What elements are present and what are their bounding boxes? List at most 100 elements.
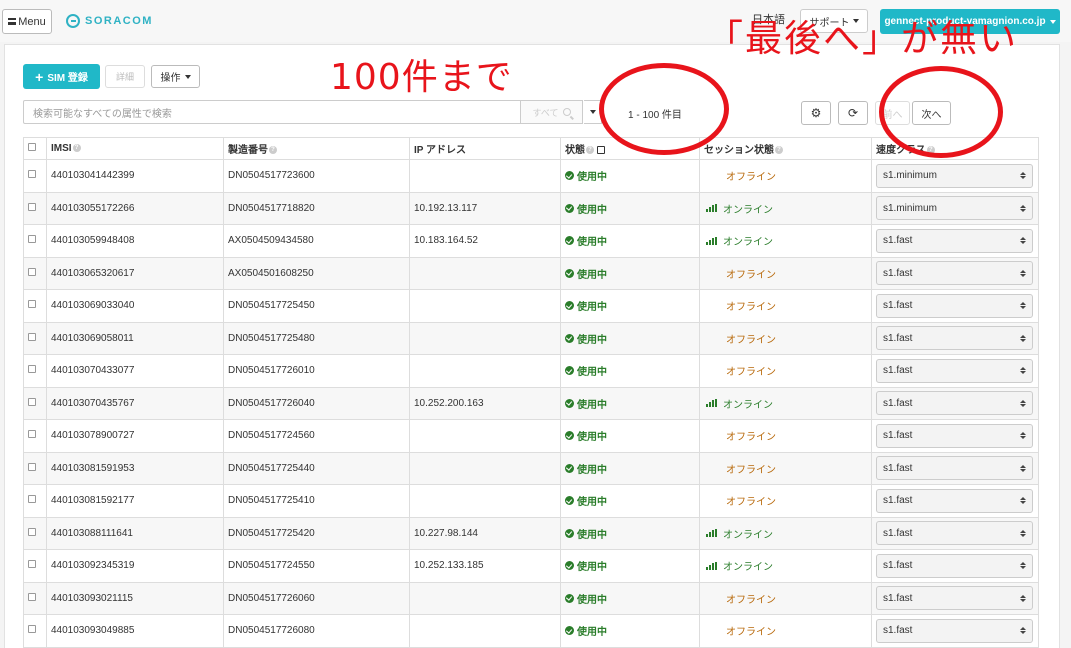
row-checkbox[interactable] [28, 170, 36, 179]
imsi-cell[interactable]: 440103065320617 [46, 256, 224, 290]
speed-class-select[interactable]: s1.minimum [876, 196, 1033, 221]
table-row[interactable]: 440103065320617 AX0504501608250 使用中 オフライン s1… [23, 256, 1039, 290]
status-badge: 使用中 [565, 396, 699, 411]
row-checkbox[interactable] [28, 365, 36, 374]
speed-class-select[interactable]: s1.fast [876, 358, 1033, 383]
annotation-last-note: 「最後へ」が無い [706, 17, 1018, 60]
speed-class-select[interactable]: s1.fast [876, 326, 1033, 351]
imsi-cell[interactable]: 440103093049885 [46, 614, 224, 648]
row-select-cell [23, 419, 47, 453]
speed-class-select[interactable]: s1.fast [876, 423, 1033, 448]
search-scope-button[interactable]: すべて [521, 100, 583, 124]
search-icon [562, 108, 571, 116]
menu-button[interactable]: Menu [2, 9, 52, 34]
imsi-cell[interactable]: 440103088111641 [46, 516, 224, 550]
row-checkbox[interactable] [28, 202, 36, 211]
table-row[interactable]: 440103081592177 DN0504517725410 使用中 オフライン s1… [23, 484, 1039, 518]
speed-class-select[interactable]: s1.fast [876, 293, 1033, 318]
speed-class-select[interactable]: s1.fast [876, 261, 1033, 286]
row-checkbox[interactable] [28, 495, 36, 504]
imsi-cell[interactable]: 440103078900727 [46, 419, 224, 453]
detail-button[interactable]: 詳細 [105, 65, 145, 88]
session-offline: オフライン [726, 627, 776, 639]
header-serial[interactable]: 製造番号? [223, 137, 410, 160]
table-row[interactable]: 440103070435767 DN0504517726040 10.252.200… [23, 386, 1039, 420]
select-all-checkbox[interactable] [28, 143, 36, 151]
ip-cell: 10.183.164.52 [409, 224, 561, 258]
filter-icon[interactable] [596, 146, 605, 155]
signal-icon [706, 529, 717, 538]
speed-class-select[interactable]: s1.minimum [876, 163, 1033, 188]
updown-arrows-icon [1020, 529, 1026, 537]
imsi-cell[interactable]: 440103093021115 [46, 581, 224, 615]
row-checkbox[interactable] [28, 235, 36, 244]
session-label: オンライン [723, 399, 773, 411]
row-checkbox[interactable] [28, 300, 36, 309]
logo[interactable]: SORACOM [66, 14, 153, 28]
imsi-cell[interactable]: 440103055172266 [46, 191, 224, 225]
speed-class-select[interactable]: s1.fast [876, 553, 1033, 578]
header-session[interactable]: セッション状態? [699, 137, 872, 160]
imsi-cell[interactable]: 440103041442399 [46, 159, 224, 193]
speed-class-select[interactable]: s1.fast [876, 586, 1033, 611]
speed-class-select[interactable]: s1.fast [876, 488, 1033, 513]
imsi-cell[interactable]: 440103070435767 [46, 386, 224, 420]
logo-text: SORACOM [85, 15, 153, 27]
table-row[interactable]: 440103069058011 DN0504517725480 使用中 オフライン s1… [23, 321, 1039, 355]
row-checkbox[interactable] [28, 462, 36, 471]
table-row[interactable]: 440103055172266 DN0504517718820 10.192.13.… [23, 191, 1039, 225]
table-row[interactable]: 440103088111641 DN0504517725420 10.227.98.… [23, 516, 1039, 550]
help-icon[interactable]: ? [775, 146, 783, 155]
row-checkbox[interactable] [28, 560, 36, 569]
imsi-cell[interactable]: 440103092345319 [46, 549, 224, 583]
sim-table-body: 440103041442399 DN0504517723600 使用中 オフライン s1… [23, 159, 1039, 648]
row-checkbox[interactable] [28, 527, 36, 536]
row-checkbox[interactable] [28, 625, 36, 634]
row-checkbox[interactable] [28, 397, 36, 406]
row-checkbox[interactable] [28, 267, 36, 276]
table-row[interactable]: 440103092345319 DN0504517724550 10.252.133… [23, 549, 1039, 583]
help-icon[interactable]: ? [72, 144, 81, 153]
imsi-cell[interactable]: 440103059948408 [46, 224, 224, 258]
table-row[interactable]: 440103070433077 DN0504517726010 使用中 オフライン s1… [23, 354, 1039, 388]
speed-class-value: s1.fast [883, 592, 913, 604]
imsi-cell[interactable]: 440103069058011 [46, 321, 224, 355]
row-checkbox[interactable] [28, 332, 36, 341]
imsi-cell[interactable]: 440103070433077 [46, 354, 224, 388]
help-icon[interactable]: ? [269, 146, 277, 155]
table-row[interactable]: 440103041442399 DN0504517723600 使用中 オフライン s1… [23, 159, 1039, 193]
speed-class-select[interactable]: s1.fast [876, 456, 1033, 481]
table-row[interactable]: 440103093049885 DN0504517726080 使用中 オフライン s1… [23, 614, 1039, 648]
table-row[interactable]: 440103059948408 AX0504509434580 10.183.164… [23, 224, 1039, 258]
imsi-cell[interactable]: 440103069033040 [46, 289, 224, 323]
imsi-cell[interactable]: 440103081591953 [46, 451, 224, 485]
header-imsi[interactable]: IMSI? [46, 137, 224, 160]
table-row[interactable]: 440103069033040 DN0504517725450 使用中 オフライン s1… [23, 289, 1039, 323]
updown-arrows-icon [1020, 172, 1026, 180]
speed-class-select[interactable]: s1.fast [876, 228, 1033, 253]
settings-button[interactable]: ⚙ [801, 101, 831, 125]
register-sim-button[interactable]: + SIM 登録 [23, 64, 100, 89]
header-ip[interactable]: IP アドレス [409, 137, 561, 160]
refresh-button[interactable]: ⟳ [838, 101, 868, 125]
table-row[interactable]: 440103078900727 DN0504517724560 使用中 オフライン s1… [23, 419, 1039, 453]
row-checkbox[interactable] [28, 592, 36, 601]
speed-class-select[interactable]: s1.fast [876, 521, 1033, 546]
row-checkbox[interactable] [28, 430, 36, 439]
table-row[interactable]: 440103093021115 DN0504517726060 使用中 オフライン s1… [23, 581, 1039, 615]
table-row[interactable]: 440103081591953 DN0504517725440 使用中 オフライン s1… [23, 451, 1039, 485]
speed-class-value: s1.fast [883, 365, 913, 377]
refresh-icon: ⟳ [847, 106, 859, 120]
session-online: オンライン [704, 233, 871, 248]
search-input[interactable]: 検索可能なすべての属性で検索 [23, 100, 521, 124]
help-icon[interactable]: ? [586, 146, 594, 155]
chevron-down-icon [184, 74, 191, 79]
speed-class-select[interactable]: s1.fast [876, 391, 1033, 416]
actions-dropdown[interactable]: 操作 [151, 65, 200, 88]
speed-cell: s1.fast [871, 549, 1039, 583]
check-circle-icon [565, 463, 574, 473]
speed-class-select[interactable]: s1.fast [876, 618, 1033, 643]
imsi-cell[interactable]: 440103081592177 [46, 484, 224, 518]
session-offline: オフライン [726, 172, 776, 184]
row-select-cell [23, 451, 47, 485]
